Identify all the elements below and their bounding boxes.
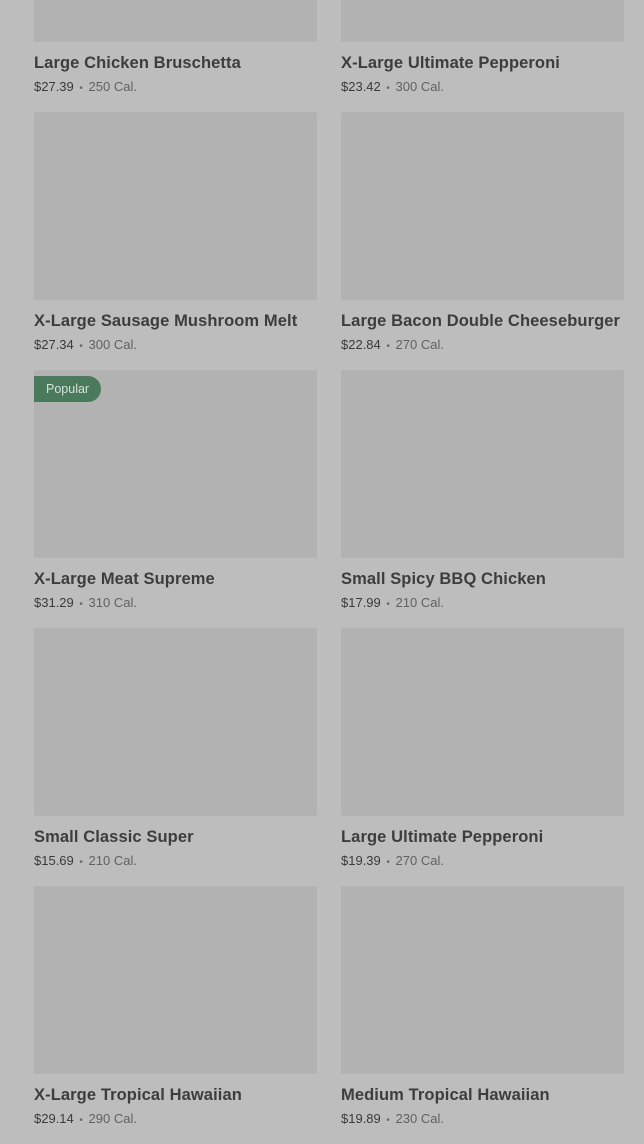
meta-separator: • [79, 341, 83, 352]
menu-item-image[interactable] [341, 112, 624, 300]
menu-item-calories: 250 Cal. [88, 79, 137, 94]
menu-item-meta: $27.39 • 250 Cal. [34, 79, 137, 94]
menu-item-name[interactable]: Medium Tropical Hawaiian [341, 1086, 550, 1105]
menu-item-image[interactable] [341, 370, 624, 558]
menu-item-calories: 270 Cal. [395, 337, 444, 352]
menu-item-card[interactable]: Popular X-Large Meat Supreme $31.29 • 31… [34, 370, 317, 628]
menu-item-image[interactable] [341, 628, 624, 816]
meta-separator: • [79, 83, 83, 94]
menu-item-image[interactable] [34, 886, 317, 1074]
menu-item-name[interactable]: Large Bacon Double Cheeseburger [341, 312, 620, 331]
menu-item-name[interactable]: X-Large Tropical Hawaiian [34, 1086, 242, 1105]
menu-item-card[interactable]: Large Chicken Bruschetta $27.39 • 250 Ca… [34, 0, 317, 112]
menu-item-image[interactable] [341, 0, 624, 42]
menu-item-card[interactable]: Small Spicy BBQ Chicken $17.99 • 210 Cal… [341, 370, 624, 628]
menu-item-grid: Large Chicken Bruschetta $27.39 • 250 Ca… [34, 0, 624, 1144]
menu-item-calories: 210 Cal. [395, 595, 444, 610]
menu-item-price: $22.84 [341, 337, 381, 352]
meta-separator: • [386, 857, 390, 868]
menu-item-image[interactable] [34, 0, 317, 42]
menu-item-price: $19.89 [341, 1111, 381, 1126]
menu-item-price: $15.69 [34, 853, 74, 868]
menu-item-name[interactable]: Small Spicy BBQ Chicken [341, 570, 546, 589]
menu-item-card[interactable]: Small Classic Super $15.69 • 210 Cal. [34, 628, 317, 886]
menu-item-calories: 310 Cal. [88, 595, 137, 610]
menu-item-meta: $17.99 • 210 Cal. [341, 595, 444, 610]
meta-separator: • [79, 599, 83, 610]
menu-item-name[interactable]: X-Large Sausage Mushroom Melt [34, 312, 297, 331]
menu-item-card[interactable]: X-Large Ultimate Pepperoni $23.42 • 300 … [341, 0, 624, 112]
menu-item-image[interactable] [34, 112, 317, 300]
menu-item-calories: 300 Cal. [395, 79, 444, 94]
popular-badge: Popular [34, 376, 102, 402]
menu-item-calories: 300 Cal. [88, 337, 137, 352]
menu-item-card[interactable]: X-Large Sausage Mushroom Melt $27.34 • 3… [34, 112, 317, 370]
meta-separator: • [386, 83, 390, 94]
menu-item-meta: $23.42 • 300 Cal. [341, 79, 444, 94]
menu-item-meta: $31.29 • 310 Cal. [34, 595, 137, 610]
menu-item-name[interactable]: X-Large Meat Supreme [34, 570, 215, 589]
menu-item-card[interactable]: Medium Tropical Hawaiian $19.89 • 230 Ca… [341, 886, 624, 1144]
meta-separator: • [386, 599, 390, 610]
menu-item-calories: 230 Cal. [395, 1111, 444, 1126]
meta-separator: • [386, 1115, 390, 1126]
menu-item-calories: 210 Cal. [88, 853, 137, 868]
menu-item-price: $23.42 [341, 79, 381, 94]
menu-item-card[interactable]: Large Bacon Double Cheeseburger $22.84 •… [341, 112, 624, 370]
menu-item-meta: $19.39 • 270 Cal. [341, 853, 444, 868]
meta-separator: • [79, 1115, 83, 1126]
menu-item-price: $19.39 [341, 853, 381, 868]
menu-item-meta: $15.69 • 210 Cal. [34, 853, 137, 868]
menu-item-name[interactable]: Small Classic Super [34, 828, 194, 847]
menu-item-meta: $27.34 • 300 Cal. [34, 337, 137, 352]
menu-item-card[interactable]: Large Ultimate Pepperoni $19.39 • 270 Ca… [341, 628, 624, 886]
menu-item-price: $27.34 [34, 337, 74, 352]
menu-item-name[interactable]: Large Ultimate Pepperoni [341, 828, 543, 847]
meta-separator: • [386, 341, 390, 352]
menu-item-meta: $22.84 • 270 Cal. [341, 337, 444, 352]
menu-item-price: $29.14 [34, 1111, 74, 1126]
menu-item-price: $31.29 [34, 595, 74, 610]
menu-item-name[interactable]: Large Chicken Bruschetta [34, 54, 241, 73]
menu-item-image[interactable] [341, 886, 624, 1074]
menu-item-price: $17.99 [341, 595, 381, 610]
menu-item-image[interactable] [34, 628, 317, 816]
menu-item-calories: 290 Cal. [88, 1111, 137, 1126]
menu-item-name[interactable]: X-Large Ultimate Pepperoni [341, 54, 560, 73]
menu-item-meta: $29.14 • 290 Cal. [34, 1111, 137, 1126]
meta-separator: • [79, 857, 83, 868]
menu-item-price: $27.39 [34, 79, 74, 94]
menu-item-calories: 270 Cal. [395, 853, 444, 868]
menu-item-card[interactable]: X-Large Tropical Hawaiian $29.14 • 290 C… [34, 886, 317, 1144]
menu-item-meta: $19.89 • 230 Cal. [341, 1111, 444, 1126]
